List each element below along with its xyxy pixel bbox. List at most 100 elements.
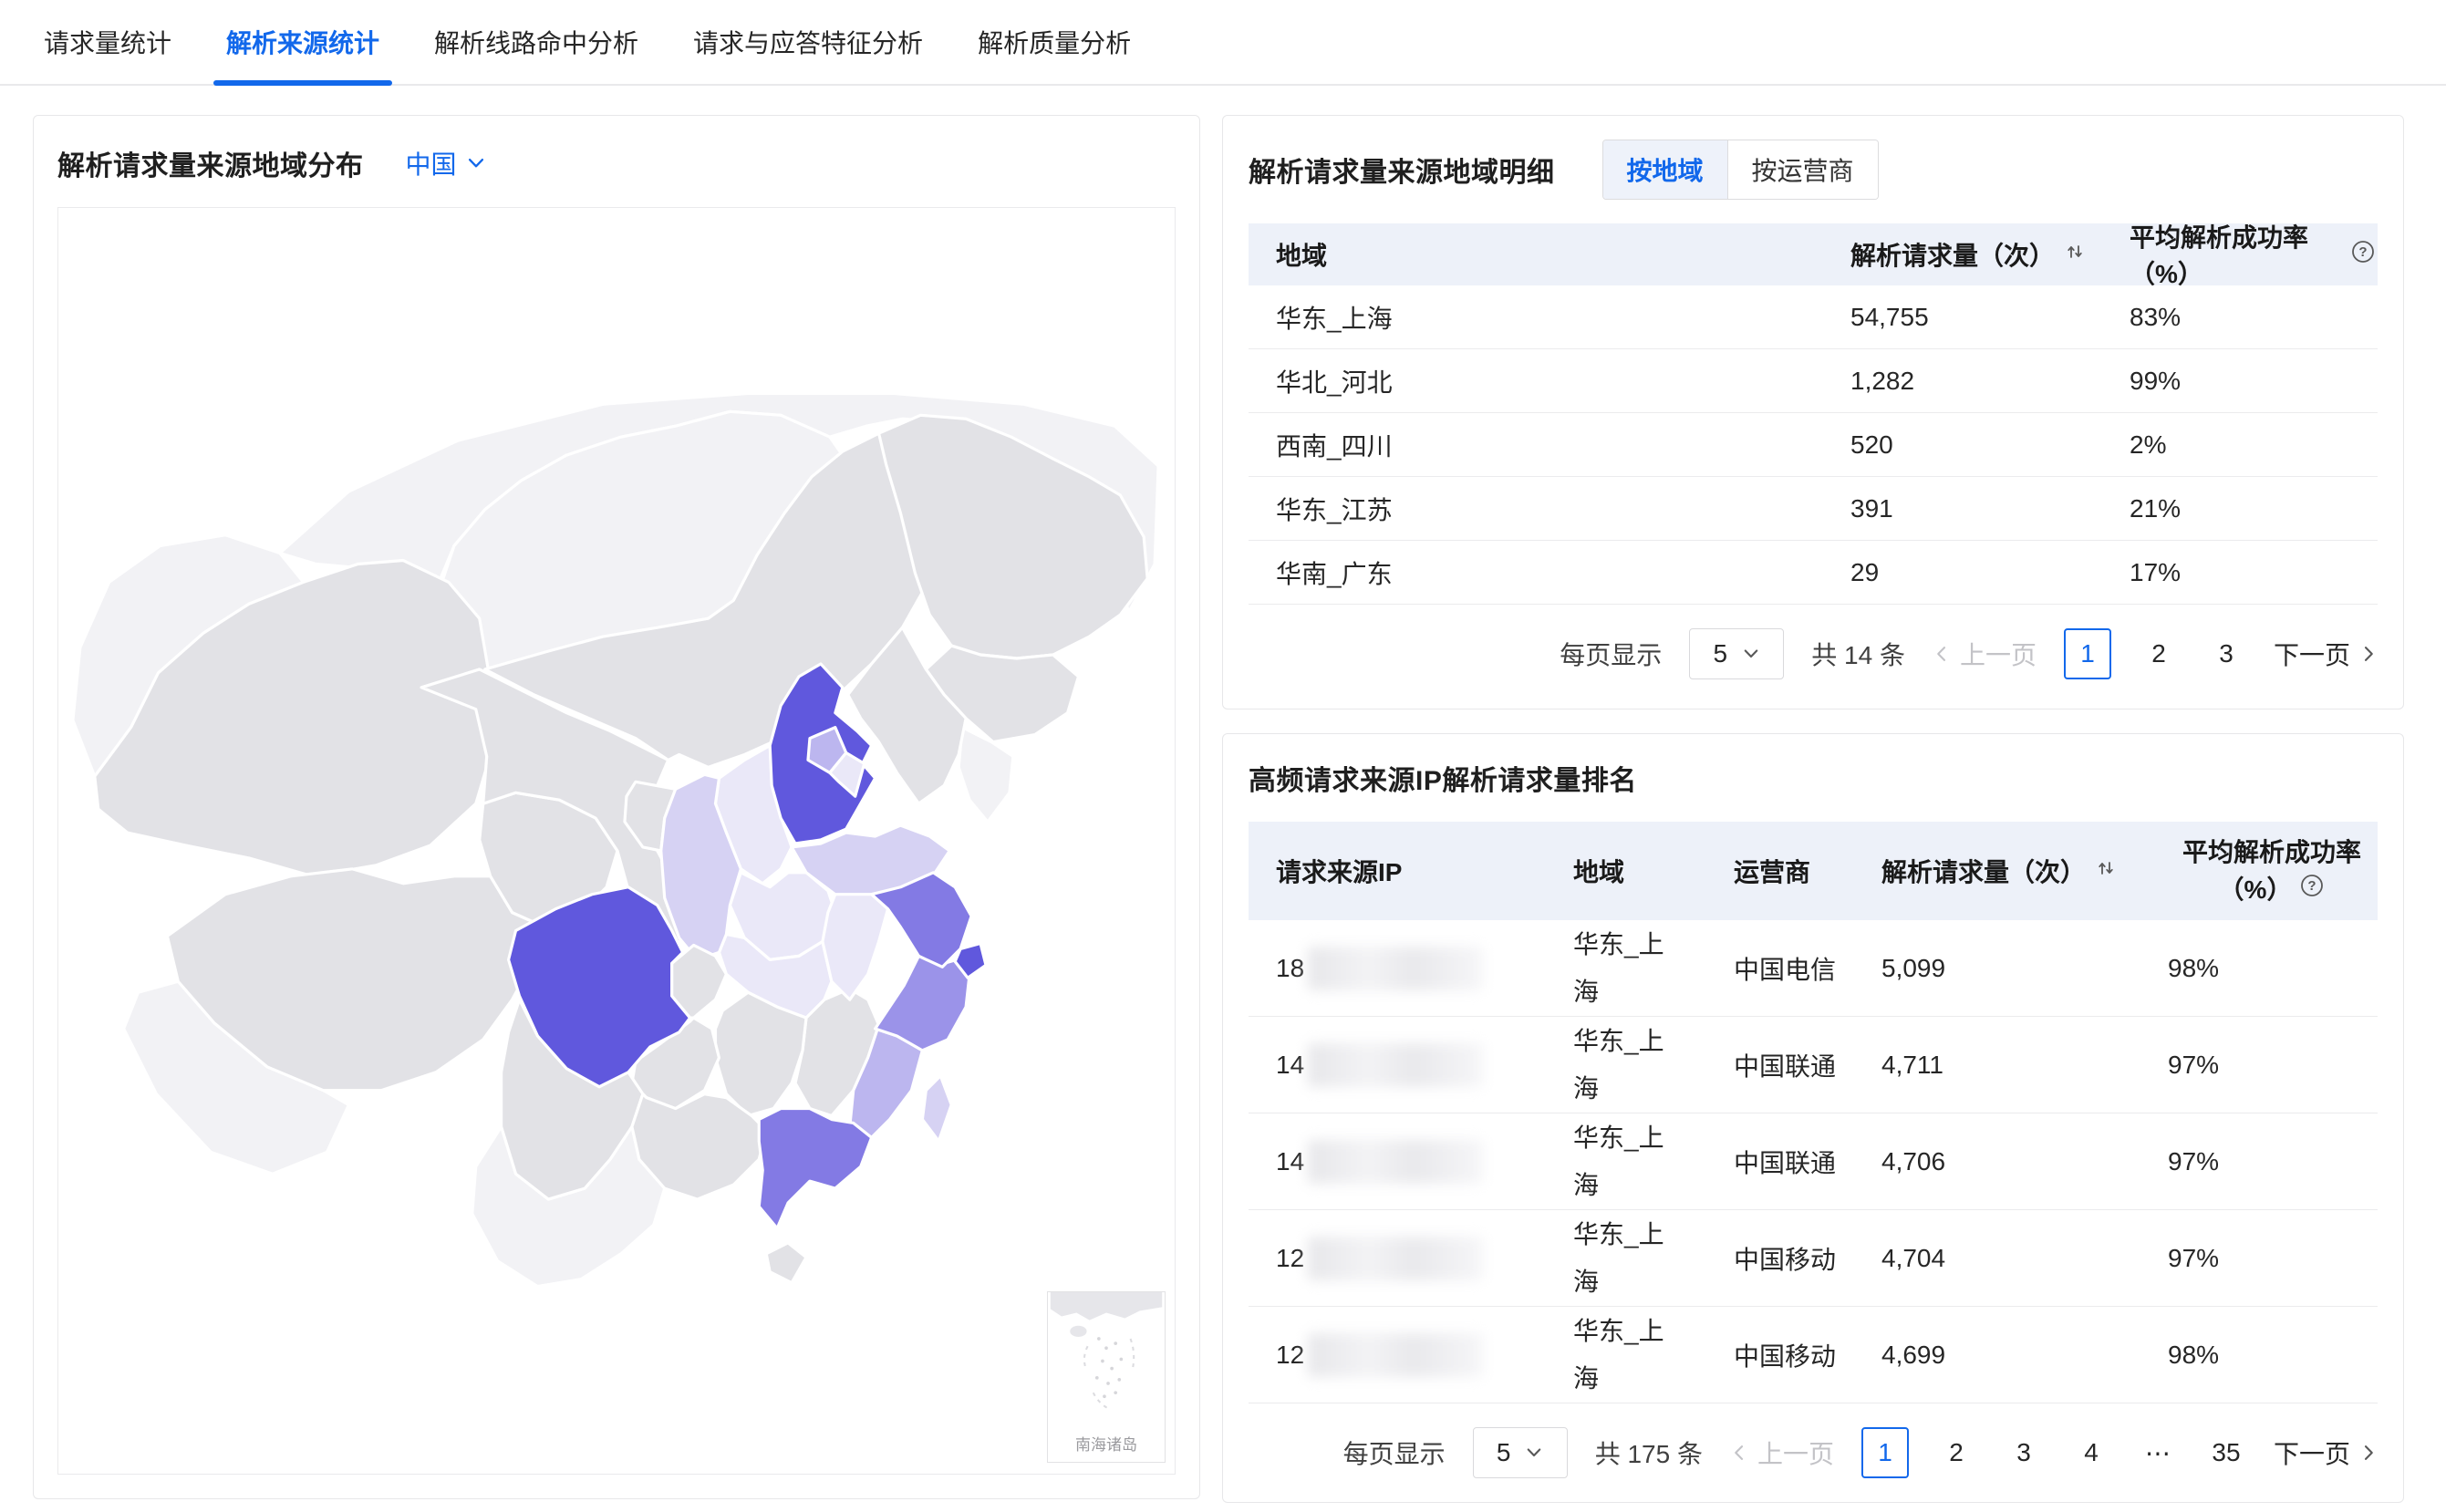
table-row: 12 华东_上海 中国移动 4,704 97%: [1249, 1210, 2378, 1307]
help-icon[interactable]: ?: [2350, 239, 2376, 271]
chevron-down-icon: [1742, 645, 1760, 663]
row-region: 西南_四川: [1249, 427, 1823, 463]
page-button-3[interactable]: 3: [2004, 1427, 2044, 1478]
page-button-3[interactable]: 3: [2206, 628, 2246, 679]
region-detail-title: 解析请求量来源地域明细: [1249, 150, 1555, 190]
row-success-rate: 98%: [2155, 1341, 2376, 1370]
page-button-4[interactable]: 4: [2071, 1427, 2111, 1478]
table-row: 华东_江苏 391 21%: [1249, 477, 2378, 541]
table-row: 华东_上海 54,755 83%: [1249, 285, 2378, 349]
province-taiwan[interactable]: [922, 1076, 951, 1142]
row-isp: 中国联通: [1706, 1144, 1854, 1180]
ip-rank-table-header: 请求来源IP 地域 运营商 解析请求量（次） 平均解析成功率: [1249, 822, 2378, 920]
tab-resolution-quality[interactable]: 解析质量分析: [950, 0, 1158, 84]
ip-rank-pagination: 每页显示 5 共 175 条 上一页 1 2 3 4 ⋯ 35: [1249, 1427, 2378, 1478]
row-requests: 4,704: [1854, 1244, 2155, 1273]
table-row: 12 华东_上海 中国移动 4,699 98%: [1249, 1307, 2378, 1403]
table-row: 华南_广东 29 17%: [1249, 541, 2378, 605]
page-button-35[interactable]: 35: [2206, 1427, 2246, 1478]
tab-request-volume[interactable]: 请求量统计: [16, 0, 199, 84]
row-success-rate: 99%: [2102, 367, 2376, 396]
ip-rank-panel: 高频请求来源IP解析请求量排名 请求来源IP 地域 运营商 解析请求量（次）: [1222, 733, 2404, 1503]
province-anhui[interactable]: [823, 887, 888, 999]
row-region: 华东_上海: [1546, 921, 1706, 1016]
south-china-sea-inset: 南海诸岛: [1047, 1291, 1166, 1463]
row-success-rate: 97%: [2155, 1244, 2376, 1273]
page-size-select[interactable]: 5: [1473, 1427, 1568, 1478]
row-source-ip: 18: [1249, 947, 1546, 990]
tab-line-hit-analysis[interactable]: 解析线路命中分析: [407, 0, 666, 84]
row-source-ip: 14: [1249, 1140, 1546, 1184]
col-success-rate: 平均解析成功率 （%） ?: [2155, 834, 2376, 907]
row-source-ip: 12: [1249, 1237, 1546, 1280]
province-guangdong[interactable]: [759, 1109, 871, 1228]
prev-page-button[interactable]: 上一页: [1730, 1434, 1834, 1471]
tab-bar: 请求量统计 解析来源统计 解析线路命中分析 请求与应答特征分析 解析质量分析: [0, 0, 2446, 86]
next-page-button[interactable]: 下一页: [2274, 1434, 2378, 1471]
row-requests: 29: [1823, 558, 2102, 587]
table-row: 华北_河北 1,282 99%: [1249, 349, 2378, 413]
region-detail-panel: 解析请求量来源地域明细 按地域 按运营商 地域 解析请求量（次）: [1222, 115, 2404, 709]
page-ellipsis[interactable]: ⋯: [2139, 1427, 2179, 1478]
ip-blur: [1308, 1237, 1483, 1280]
row-requests: 54,755: [1823, 303, 2102, 332]
page-button-1[interactable]: 1: [1861, 1427, 1909, 1478]
row-region: 华北_河北: [1249, 363, 1823, 399]
chevron-right-icon: [2359, 1444, 2378, 1462]
province-hainan[interactable]: [766, 1243, 806, 1283]
province-chongqing[interactable]: [672, 945, 727, 1018]
next-page-button[interactable]: 下一页: [2274, 636, 2378, 672]
toggle-by-isp[interactable]: 按运营商: [1727, 140, 1878, 199]
row-region: 华东_江苏: [1249, 491, 1823, 527]
col-isp: 运营商: [1706, 853, 1854, 889]
chevron-down-icon: [1525, 1444, 1543, 1462]
toggle-by-region[interactable]: 按地域: [1603, 140, 1727, 199]
row-success-rate: 17%: [2102, 558, 2376, 587]
row-success-rate: 21%: [2102, 494, 2376, 523]
page-size-select[interactable]: 5: [1689, 628, 1784, 679]
table-row: 18 华东_上海 中国电信 5,099 98%: [1249, 920, 2378, 1017]
tab-resolution-source[interactable]: 解析来源统计: [199, 0, 407, 84]
sort-icon[interactable]: [2064, 240, 2086, 269]
row-region: 华东_上海: [1546, 1308, 1706, 1403]
row-success-rate: 2%: [2102, 430, 2376, 460]
prev-page-button[interactable]: 上一页: [1933, 636, 2037, 672]
page-button-2[interactable]: 2: [1936, 1427, 1976, 1478]
row-region: 华东_上海: [1546, 1211, 1706, 1306]
row-region: 华东_上海: [1249, 299, 1823, 336]
row-region: 华东_上海: [1546, 1018, 1706, 1113]
map-panel: 解析请求量来源地域分布 中国: [33, 115, 1200, 1499]
col-success-rate: 平均解析成功率（%） ?: [2102, 218, 2376, 291]
neighbor-korea: [959, 728, 1013, 822]
row-isp: 中国电信: [1706, 950, 1854, 987]
help-icon[interactable]: ?: [2299, 872, 2325, 907]
row-region: 华东_上海: [1546, 1114, 1706, 1209]
total-count: 共 14 条: [1811, 636, 1905, 672]
table-row: 14 华东_上海 中国联通 4,706 97%: [1249, 1113, 2378, 1210]
map-panel-title: 解析请求量来源地域分布: [57, 143, 364, 183]
china-map-svg: [58, 208, 1175, 1474]
svg-text:?: ?: [2358, 244, 2367, 260]
map-region-select[interactable]: 中国: [406, 145, 486, 181]
table-row: 14 华东_上海 中国联通 4,711 97%: [1249, 1017, 2378, 1113]
col-requests: 解析请求量（次）: [1854, 853, 2155, 889]
row-requests: 520: [1823, 430, 2102, 460]
region-table-pagination: 每页显示 5 共 14 条 上一页 1 2 3 下一页: [1249, 628, 2378, 679]
ip-blur: [1308, 947, 1483, 990]
row-source-ip: 12: [1249, 1333, 1546, 1377]
ip-blur: [1308, 1140, 1483, 1184]
chevron-left-icon: [1730, 1444, 1748, 1462]
view-toggle: 按地域 按运营商: [1602, 140, 1879, 200]
sort-icon[interactable]: [2095, 856, 2117, 885]
row-source-ip: 14: [1249, 1043, 1546, 1087]
col-region: 地域: [1249, 236, 1823, 273]
chevron-left-icon: [1933, 645, 1951, 663]
page-button-2[interactable]: 2: [2139, 628, 2179, 679]
row-requests: 391: [1823, 494, 2102, 523]
tab-request-response-analysis[interactable]: 请求与应答特征分析: [666, 0, 950, 84]
content-area: 解析请求量来源地域分布 中国: [0, 86, 2446, 1512]
row-requests: 4,706: [1854, 1147, 2155, 1176]
region-table: 地域 解析请求量（次） 平均解析成功率（%） ?: [1249, 223, 2378, 605]
page-button-1[interactable]: 1: [2064, 628, 2111, 679]
col-region: 地域: [1546, 853, 1706, 889]
